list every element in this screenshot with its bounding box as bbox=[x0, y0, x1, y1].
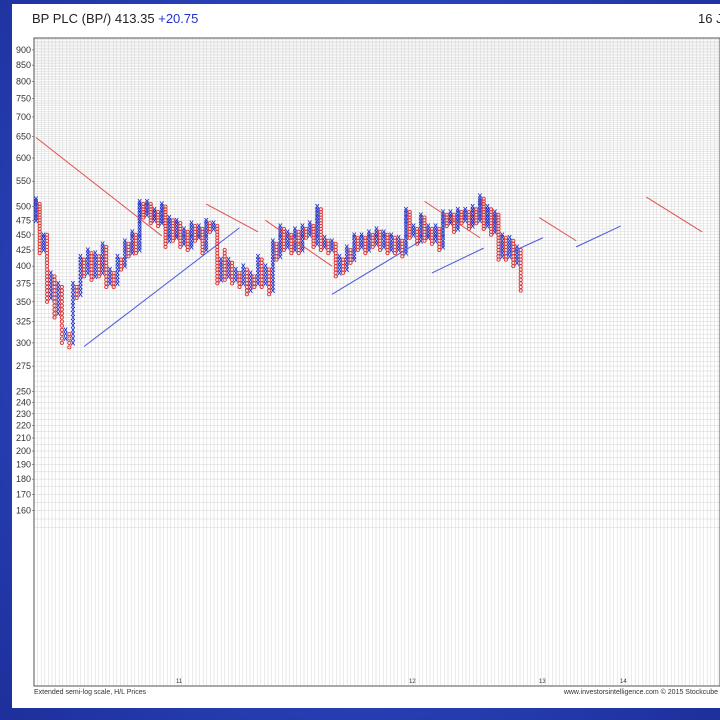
y-tick-label: 900 bbox=[16, 45, 31, 55]
y-tick-label: 240 bbox=[16, 397, 31, 407]
x-tick-label: 12 bbox=[409, 679, 416, 685]
y-tick-label: 425 bbox=[16, 245, 31, 255]
x-column: XXXXXXX bbox=[367, 229, 372, 254]
y-tick-label: 250 bbox=[16, 387, 31, 397]
y-tick-label: 210 bbox=[16, 433, 31, 443]
scale-note: Extended semi-log scale, H/L Prices bbox=[34, 689, 147, 696]
x-column: XXXXX bbox=[196, 224, 201, 243]
y-tick-label: 800 bbox=[16, 76, 31, 86]
x-column: XXXXX bbox=[463, 207, 468, 225]
y-tick-label: 170 bbox=[16, 489, 31, 499]
credit-note: www.investorsintelligence.com © 2015 Sto… bbox=[563, 688, 718, 696]
y-tick-label: 375 bbox=[16, 278, 31, 288]
x-tick-label: 14 bbox=[620, 679, 627, 685]
y-axis: 900 850 800 750 700 650 600 550 500 475 450 425 400 3… bbox=[16, 45, 34, 516]
resistance-line bbox=[646, 196, 703, 233]
y-tick-label: 700 bbox=[16, 112, 31, 122]
x-column: XXXXX bbox=[396, 235, 401, 254]
y-tick-label: 450 bbox=[16, 230, 31, 240]
y-tick-label: 400 bbox=[16, 261, 31, 271]
y-tick-label: 275 bbox=[16, 361, 31, 371]
x-column: XXXXX bbox=[426, 224, 431, 243]
y-tick-label: 160 bbox=[16, 506, 31, 516]
chart-panel: BP PLC (BP/) 413.35 +20.75 16 J 900 850 80… bbox=[12, 4, 720, 708]
y-tick-label: 325 bbox=[16, 317, 31, 327]
y-tick-label: 190 bbox=[16, 460, 31, 470]
x-column: XXX bbox=[63, 327, 68, 343]
x-tick-label: 13 bbox=[539, 679, 546, 685]
y-tick-label: 600 bbox=[16, 153, 31, 163]
x-column: XXXXX bbox=[152, 207, 157, 225]
point-figure-chart: 900 850 800 750 700 650 600 550 500 475 450 425 400 3… bbox=[16, 37, 720, 696]
y-tick-label: 650 bbox=[16, 132, 31, 142]
y-tick-label: 500 bbox=[16, 202, 31, 212]
x-column: XXXXX bbox=[108, 267, 113, 288]
y-tick-label: 550 bbox=[16, 176, 31, 186]
y-tick-label: 180 bbox=[16, 474, 31, 484]
y-tick-label: 850 bbox=[16, 60, 31, 70]
y-tick-label: 220 bbox=[16, 421, 31, 431]
x-mark: X bbox=[34, 196, 39, 203]
y-tick-label: 200 bbox=[16, 446, 31, 456]
y-tick-label: 230 bbox=[16, 409, 31, 419]
x-column: XXXXX bbox=[359, 232, 364, 251]
y-tick-label: 475 bbox=[16, 215, 31, 225]
x-tick-label: 11 bbox=[176, 679, 183, 685]
y-tick-label: 750 bbox=[16, 94, 31, 104]
chart-grid bbox=[33, 38, 720, 686]
x-column: XXXXX bbox=[307, 221, 312, 240]
y-tick-label: 350 bbox=[16, 297, 31, 307]
o-column bbox=[518, 247, 523, 293]
x-column: XXXXXXXXXXXXX bbox=[441, 210, 446, 252]
y-tick-label: 300 bbox=[16, 338, 31, 348]
